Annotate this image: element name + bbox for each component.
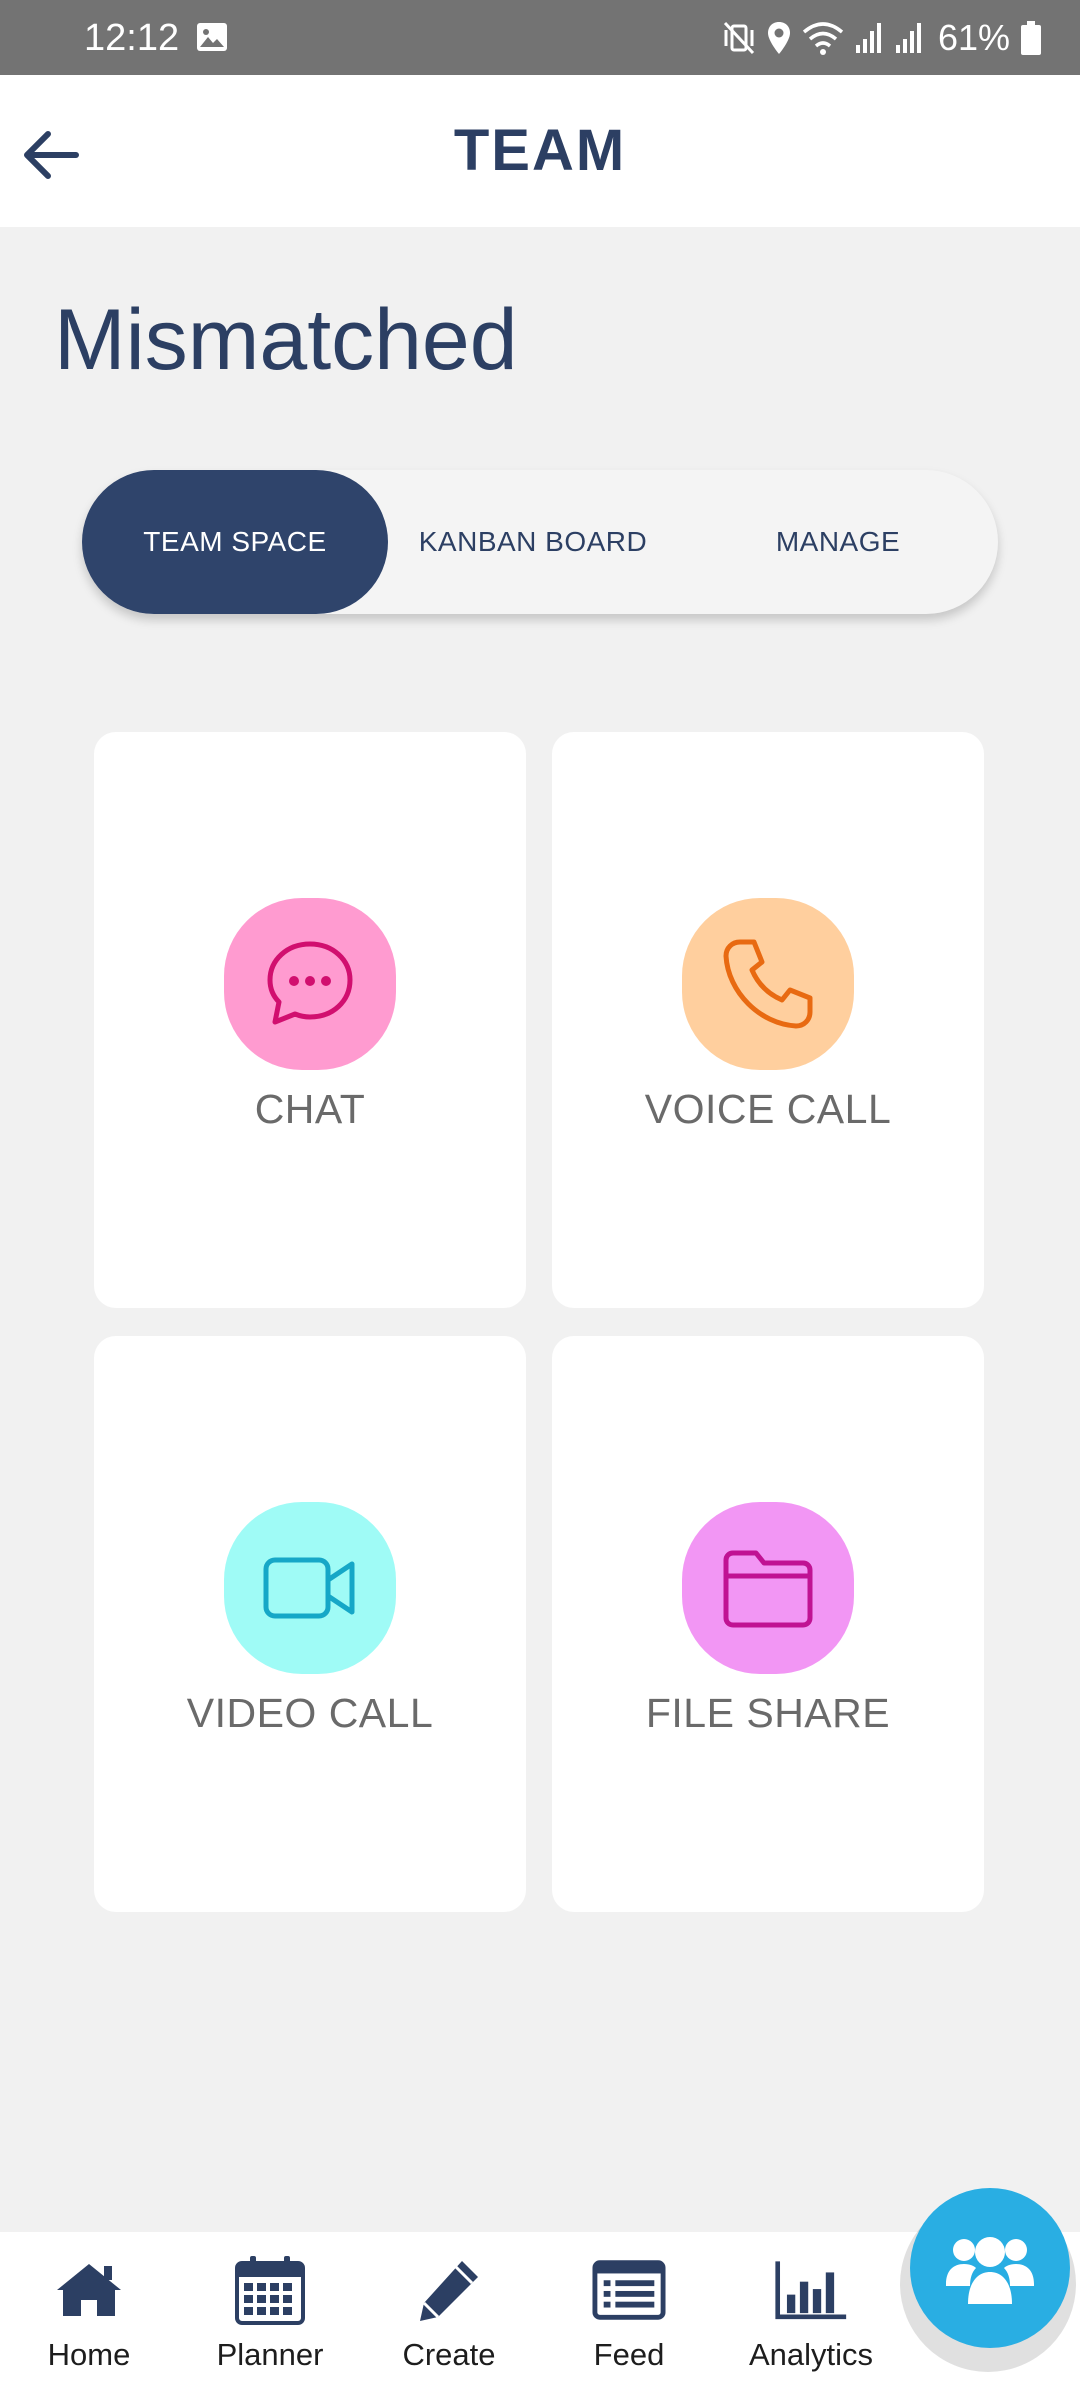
nav-home[interactable]: Home [4,2254,174,2384]
video-call-icon-badge [224,1502,396,1674]
nav-create-label: Create [402,2337,496,2372]
nav-feed[interactable]: Feed [544,2254,714,2384]
tab-kanban-board[interactable]: KANBAN BOARD [408,470,658,614]
file-share-icon-badge [682,1502,854,1674]
voice-call-label: VOICE CALL [644,1086,892,1132]
home-icon [57,2264,121,2316]
team-screen: 12:12 61% TEAM Mismatched TEAM SPACE KAN… [0,0,1080,2400]
tab-manage[interactable]: MANAGE [708,470,968,614]
feed-list-icon [592,2260,666,2320]
nav-create[interactable]: Create [364,2254,534,2384]
gallery-notification-icon [197,23,227,51]
chat-label: CHAT [254,1086,366,1132]
signal-icon-1 [855,23,881,53]
video-camera-icon [263,1557,355,1619]
nav-analytics[interactable]: Analytics [726,2254,896,2384]
video-call-card[interactable]: VIDEO CALL [94,1336,526,1912]
nav-home-label: Home [47,2337,131,2372]
bar-chart-icon [775,2261,847,2320]
vibrate-mute-icon [723,21,755,55]
file-share-card[interactable]: FILE SHARE [552,1336,984,1912]
wifi-icon [802,22,844,55]
chat-card[interactable]: CHAT [94,732,526,1308]
folder-icon [723,1550,813,1628]
status-bar: 12:12 61% [0,0,1080,75]
battery-percentage: 61% [937,17,1010,58]
status-time: 12:12 [84,17,180,59]
back-button[interactable] [14,119,86,191]
nav-analytics-label: Analytics [748,2337,874,2372]
video-call-label: VIDEO CALL [186,1690,434,1736]
team-tabs: TEAM SPACE KANBAN BOARD MANAGE [82,470,998,614]
status-icons: 61% [722,14,1042,62]
team-name: Mismatched [54,292,518,388]
voice-call-card[interactable]: VOICE CALL [552,732,984,1308]
signal-icon-2 [895,23,921,53]
pencil-icon [420,2261,478,2321]
nav-planner-label: Planner [216,2337,324,2372]
nav-feed-label: Feed [593,2337,665,2372]
nav-planner[interactable]: Planner [185,2254,355,2384]
phone-icon [723,939,813,1029]
arrow-left-icon [24,131,79,179]
voice-call-icon-badge [682,898,854,1070]
tab-team-space[interactable]: TEAM SPACE [82,470,388,614]
team-members-fab[interactable] [910,2188,1070,2348]
battery-icon [1021,21,1041,55]
chat-bubble-icon [267,941,353,1025]
page-title: TEAM [453,118,627,183]
location-icon [767,22,790,54]
chat-icon-badge [224,898,396,1070]
team-group-icon [946,2237,1034,2304]
calendar-icon [235,2256,305,2325]
file-share-label: FILE SHARE [645,1690,891,1736]
app-header: TEAM [0,75,1080,227]
